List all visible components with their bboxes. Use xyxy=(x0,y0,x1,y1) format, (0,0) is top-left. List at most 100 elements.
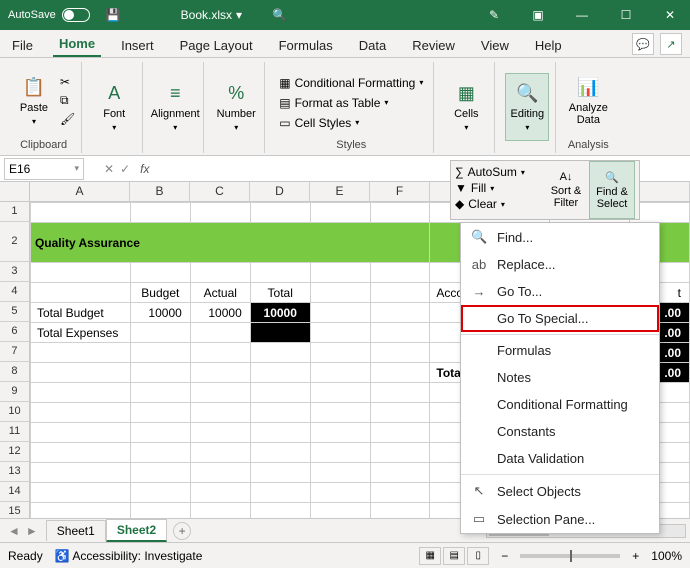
sort-filter-button[interactable]: A↓Sort & Filter xyxy=(543,161,589,219)
tab-insert[interactable]: Insert xyxy=(115,34,160,57)
menu-goto[interactable]: →Go To... xyxy=(461,278,659,305)
row-header[interactable]: 13 xyxy=(0,462,29,482)
menu-data-validation[interactable]: Data Validation xyxy=(461,445,659,472)
clear-button[interactable]: ◆Clear▾ xyxy=(455,197,539,211)
tab-help[interactable]: Help xyxy=(529,34,568,57)
copy-icon[interactable]: ⧉ xyxy=(60,93,75,108)
cell[interactable]: Total xyxy=(250,283,310,303)
menu-constants[interactable]: Constants xyxy=(461,418,659,445)
cell[interactable]: 10000 xyxy=(130,303,190,323)
menu-select-objects[interactable]: ↖Select Objects xyxy=(461,477,659,505)
ribbon: 📋 Paste ▾ ✂ ⧉ 🖌 Clipboard AFont▾ ≡Alignm… xyxy=(0,58,690,156)
menu-replace[interactable]: abReplace... xyxy=(461,251,659,278)
find-select-button[interactable]: 🔍Find & Select xyxy=(589,161,635,219)
mode-icon[interactable]: ✎ xyxy=(474,0,514,30)
share-button[interactable]: ↗ xyxy=(660,33,682,55)
search-icon[interactable]: 🔍 xyxy=(272,8,287,22)
cell-styles-button[interactable]: ▭Cell Styles▾ xyxy=(275,114,427,132)
row-header[interactable]: 5 xyxy=(0,302,29,322)
banner-title[interactable]: Quality Assurance xyxy=(30,223,429,263)
cell[interactable]: 10000 xyxy=(250,303,310,323)
row-header[interactable]: 12 xyxy=(0,442,29,462)
tab-formulas[interactable]: Formulas xyxy=(273,34,339,57)
fx-icon[interactable]: fx xyxy=(140,162,149,176)
ribbon-tabs: File Home Insert Page Layout Formulas Da… xyxy=(0,30,690,58)
autosum-button[interactable]: ∑AutoSum▾ xyxy=(455,165,539,179)
menu-conditional-formatting[interactable]: Conditional Formatting xyxy=(461,391,659,418)
minimize-button[interactable]: — xyxy=(562,0,602,30)
cell[interactable]: Total Budget xyxy=(30,303,130,323)
col-header[interactable]: F xyxy=(370,182,430,201)
row-header[interactable]: 4 xyxy=(0,282,29,302)
sheet-tab[interactable]: Sheet2 xyxy=(106,519,167,542)
enter-icon[interactable]: ✓ xyxy=(120,162,130,176)
tab-file[interactable]: File xyxy=(6,34,39,57)
paste-button[interactable]: 📋 Paste ▾ xyxy=(12,67,56,135)
format-as-table-button[interactable]: ▤Format as Table▾ xyxy=(275,94,427,112)
font-button[interactable]: AFont▾ xyxy=(92,73,136,141)
analyze-data-button[interactable]: 📊Analyze Data xyxy=(566,67,610,135)
number-button[interactable]: %Number▾ xyxy=(214,73,258,141)
cut-icon[interactable]: ✂ xyxy=(60,75,75,89)
menu-notes[interactable]: Notes xyxy=(461,364,659,391)
ribbon-display-icon[interactable]: ▣ xyxy=(518,0,558,30)
col-header[interactable]: B xyxy=(130,182,190,201)
row-header[interactable]: 15 xyxy=(0,502,29,518)
menu-formulas[interactable]: Formulas xyxy=(461,337,659,364)
tab-view[interactable]: View xyxy=(475,34,515,57)
file-name[interactable]: Book.xlsx ▾ xyxy=(181,8,242,22)
tab-review[interactable]: Review xyxy=(406,34,461,57)
tab-page-layout[interactable]: Page Layout xyxy=(174,34,259,57)
fill-button[interactable]: ▼Fill▾ xyxy=(455,181,539,195)
cancel-icon[interactable]: ✕ xyxy=(104,162,114,176)
conditional-formatting-button[interactable]: ▦Conditional Formatting▾ xyxy=(275,74,427,92)
cell[interactable]: Budget xyxy=(130,283,190,303)
maximize-button[interactable]: ☐ xyxy=(606,0,646,30)
autosave-toggle[interactable]: AutoSave xyxy=(0,8,98,22)
name-box[interactable]: E16▾ xyxy=(4,158,84,180)
row-header[interactable]: 1 xyxy=(0,202,29,222)
col-header[interactable]: C xyxy=(190,182,250,201)
accessibility-status[interactable]: ♿ Accessibility: Investigate xyxy=(55,549,203,563)
cell[interactable]: Actual xyxy=(190,283,250,303)
zoom-in-button[interactable]: + xyxy=(632,549,639,563)
zoom-slider[interactable] xyxy=(520,554,620,558)
sort-icon: A↓ xyxy=(560,171,573,183)
row-header[interactable]: 7 xyxy=(0,342,29,362)
format-painter-icon[interactable]: 🖌 xyxy=(60,112,75,126)
zoom-level[interactable]: 100% xyxy=(651,549,682,563)
row-header[interactable]: 2 xyxy=(0,222,29,262)
row-header[interactable]: 8 xyxy=(0,362,29,382)
row-header[interactable]: 14 xyxy=(0,482,29,502)
prev-sheet-icon[interactable]: ◄ xyxy=(8,524,20,538)
menu-find[interactable]: 🔍Find... xyxy=(461,223,659,251)
page-break-view-button[interactable]: ▯ xyxy=(467,547,489,565)
row-header[interactable]: 11 xyxy=(0,422,29,442)
zoom-out-button[interactable]: − xyxy=(501,549,508,563)
col-header[interactable]: E xyxy=(310,182,370,201)
save-icon[interactable]: 💾 xyxy=(106,8,121,22)
comments-button[interactable]: 💬 xyxy=(632,33,654,55)
normal-view-button[interactable]: ▦ xyxy=(419,547,441,565)
cell[interactable]: Total Expenses xyxy=(30,323,130,343)
col-header[interactable]: A xyxy=(30,182,130,201)
alignment-button[interactable]: ≡Alignment▾ xyxy=(153,73,197,141)
cells-button[interactable]: ▦Cells▾ xyxy=(444,73,488,141)
tab-home[interactable]: Home xyxy=(53,32,101,57)
col-header[interactable]: D xyxy=(250,182,310,201)
row-header[interactable]: 6 xyxy=(0,322,29,342)
select-all-corner[interactable] xyxy=(0,182,30,201)
next-sheet-icon[interactable]: ► xyxy=(26,524,38,538)
row-header[interactable]: 9 xyxy=(0,382,29,402)
close-button[interactable]: ✕ xyxy=(650,0,690,30)
sheet-tab[interactable]: Sheet1 xyxy=(46,520,106,541)
page-layout-view-button[interactable]: ▤ xyxy=(443,547,465,565)
menu-selection-pane[interactable]: ▭Selection Pane... xyxy=(461,505,659,533)
tab-data[interactable]: Data xyxy=(353,34,392,57)
row-header[interactable]: 3 xyxy=(0,262,29,282)
cell[interactable]: 10000 xyxy=(190,303,250,323)
menu-goto-special[interactable]: Go To Special... xyxy=(461,305,659,332)
new-sheet-button[interactable]: + xyxy=(173,522,191,540)
editing-button[interactable]: 🔍Editing▾ xyxy=(505,73,549,141)
row-header[interactable]: 10 xyxy=(0,402,29,422)
